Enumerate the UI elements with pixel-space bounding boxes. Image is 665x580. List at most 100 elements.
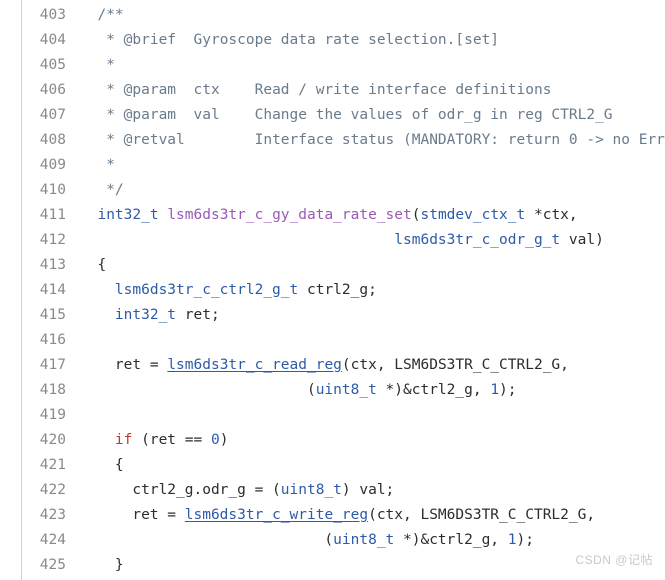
- line-number: 408: [39, 132, 66, 148]
- token-plain: (ctx, LSM6DS3TR_C_CTRL2_G,: [341, 357, 569, 373]
- token-comment: * @param val Change the values of odr_g …: [106, 107, 613, 123]
- token-plain: ) val;: [341, 482, 395, 498]
- token-plain: {: [80, 257, 107, 273]
- line-number: 416: [39, 332, 66, 348]
- token-type: lsm6ds3tr_c_ctrl2_g_t: [114, 282, 299, 298]
- token-plain: ): [219, 432, 229, 448]
- token-type: int32_t: [97, 207, 159, 223]
- line-number: 424: [39, 532, 66, 548]
- token-type: uint8_t: [315, 382, 377, 398]
- line-number: 414: [39, 282, 66, 298]
- line-code[interactable]: {: [80, 253, 665, 278]
- code-line[interactable]: 403 /**: [0, 3, 665, 28]
- code-line[interactable]: 422 ctrl2_g.odr_g = (uint8_t) val;: [0, 478, 665, 503]
- code-line[interactable]: 423 ret = lsm6ds3tr_c_write_reg(ctx, LSM…: [0, 503, 665, 528]
- line-code[interactable]: int32_t ret;: [80, 303, 665, 328]
- token-comment: * @retval Interface status (MANDATORY: r…: [106, 132, 665, 148]
- line-code[interactable]: lsm6ds3tr_c_odr_g_t val): [80, 228, 665, 253]
- code-line-list: 403 /** 404 * @brief Gyroscope data rate …: [0, 0, 665, 578]
- code-line[interactable]: 413 {: [0, 253, 665, 278]
- code-line[interactable]: 405 *: [0, 53, 665, 78]
- code-line[interactable]: 407 * @param val Change the values of od…: [0, 103, 665, 128]
- code-line[interactable]: 419: [0, 403, 665, 428]
- line-number: 421: [39, 457, 66, 473]
- code-line[interactable]: 404 * @brief Gyroscope data rate selecti…: [0, 28, 665, 53]
- line-code[interactable]: */: [80, 178, 665, 203]
- line-code[interactable]: *: [80, 153, 665, 178]
- line-number: 417: [39, 357, 66, 373]
- line-number: 413: [39, 257, 66, 273]
- line-code[interactable]: int32_t lsm6ds3tr_c_gy_data_rate_set(stm…: [80, 203, 665, 228]
- line-number: 415: [39, 307, 66, 323]
- code-line[interactable]: 418 (uint8_t *)&ctrl2_g, 1);: [0, 378, 665, 403]
- line-code[interactable]: ret = lsm6ds3tr_c_read_reg(ctx, LSM6DS3T…: [80, 353, 665, 378]
- code-line[interactable]: 424 (uint8_t *)&ctrl2_g, 1);: [0, 528, 665, 553]
- code-line[interactable]: 416: [0, 328, 665, 353]
- line-code[interactable]: ret = lsm6ds3tr_c_write_reg(ctx, LSM6DS3…: [80, 503, 665, 528]
- line-number: 420: [39, 432, 66, 448]
- token-plain: val): [560, 232, 604, 248]
- token-type: uint8_t: [280, 482, 342, 498]
- code-line[interactable]: 417 ret = lsm6ds3tr_c_read_reg(ctx, LSM6…: [0, 353, 665, 378]
- code-line[interactable]: 408 * @retval Interface status (MANDATOR…: [0, 128, 665, 153]
- line-code[interactable]: * @retval Interface status (MANDATORY: r…: [80, 128, 665, 153]
- line-number: 403: [39, 7, 66, 23]
- code-line[interactable]: 421 {: [0, 453, 665, 478]
- line-number: 423: [39, 507, 66, 523]
- token-plain: ctrl2_g;: [298, 282, 377, 298]
- token-plain: ctrl2_g.odr_g = (: [80, 482, 281, 498]
- line-code[interactable]: ctrl2_g.odr_g = (uint8_t) val;: [80, 478, 665, 503]
- code-line[interactable]: 409 *: [0, 153, 665, 178]
- line-number: 404: [39, 32, 66, 48]
- token-keyword: if: [114, 432, 133, 448]
- token-plain: ret =: [80, 507, 185, 523]
- line-code[interactable]: lsm6ds3tr_c_ctrl2_g_t ctrl2_g;: [80, 278, 665, 303]
- line-code[interactable]: (uint8_t *)&ctrl2_g, 1);: [80, 378, 665, 403]
- code-line[interactable]: 415 int32_t ret;: [0, 303, 665, 328]
- token-plain: (ret ==: [132, 432, 211, 448]
- line-number: 425: [39, 557, 66, 573]
- line-code[interactable]: *: [80, 53, 665, 78]
- line-code[interactable]: {: [80, 453, 665, 478]
- token-plain: (ctx, LSM6DS3TR_C_CTRL2_G,: [368, 507, 596, 523]
- code-line[interactable]: 420 if (ret == 0): [0, 428, 665, 453]
- token-comment: /**: [97, 7, 124, 23]
- token-comment: *: [106, 157, 115, 173]
- code-line[interactable]: 414 lsm6ds3tr_c_ctrl2_g_t ctrl2_g;: [0, 278, 665, 303]
- line-number: 412: [39, 232, 66, 248]
- line-number: 422: [39, 482, 66, 498]
- code-line[interactable]: 425 }: [0, 553, 665, 578]
- token-funccall: lsm6ds3tr_c_read_reg: [167, 357, 342, 373]
- csdn-watermark: CSDN @记帖: [575, 553, 653, 567]
- line-code[interactable]: /**: [80, 3, 665, 28]
- token-comment: * @brief Gyroscope data rate selection.[…: [106, 32, 500, 48]
- line-number: 407: [39, 107, 66, 123]
- line-code[interactable]: * @param ctx Read / write interface defi…: [80, 78, 665, 103]
- code-line[interactable]: 411 int32_t lsm6ds3tr_c_gy_data_rate_set…: [0, 203, 665, 228]
- token-plain: (: [80, 382, 316, 398]
- token-funcdef: lsm6ds3tr_c_gy_data_rate_set: [167, 207, 412, 223]
- token-plain: {: [80, 457, 124, 473]
- line-code[interactable]: * @param val Change the values of odr_g …: [80, 103, 665, 128]
- code-line[interactable]: 410 */: [0, 178, 665, 203]
- code-viewer[interactable]: 403 /** 404 * @brief Gyroscope data rate …: [0, 0, 665, 580]
- token-plain: *)&ctrl2_g,: [376, 382, 491, 398]
- line-code[interactable]: * @brief Gyroscope data rate selection.[…: [80, 28, 665, 53]
- line-code[interactable]: if (ret == 0): [80, 428, 665, 453]
- token-plain: );: [499, 382, 517, 398]
- line-number: 406: [39, 82, 66, 98]
- code-line[interactable]: 406 * @param ctx Read / write interface …: [0, 78, 665, 103]
- token-funccall: lsm6ds3tr_c_write_reg: [184, 507, 369, 523]
- line-code[interactable]: (uint8_t *)&ctrl2_g, 1);: [80, 528, 665, 553]
- line-number: 405: [39, 57, 66, 73]
- code-line[interactable]: 412 lsm6ds3tr_c_odr_g_t val): [0, 228, 665, 253]
